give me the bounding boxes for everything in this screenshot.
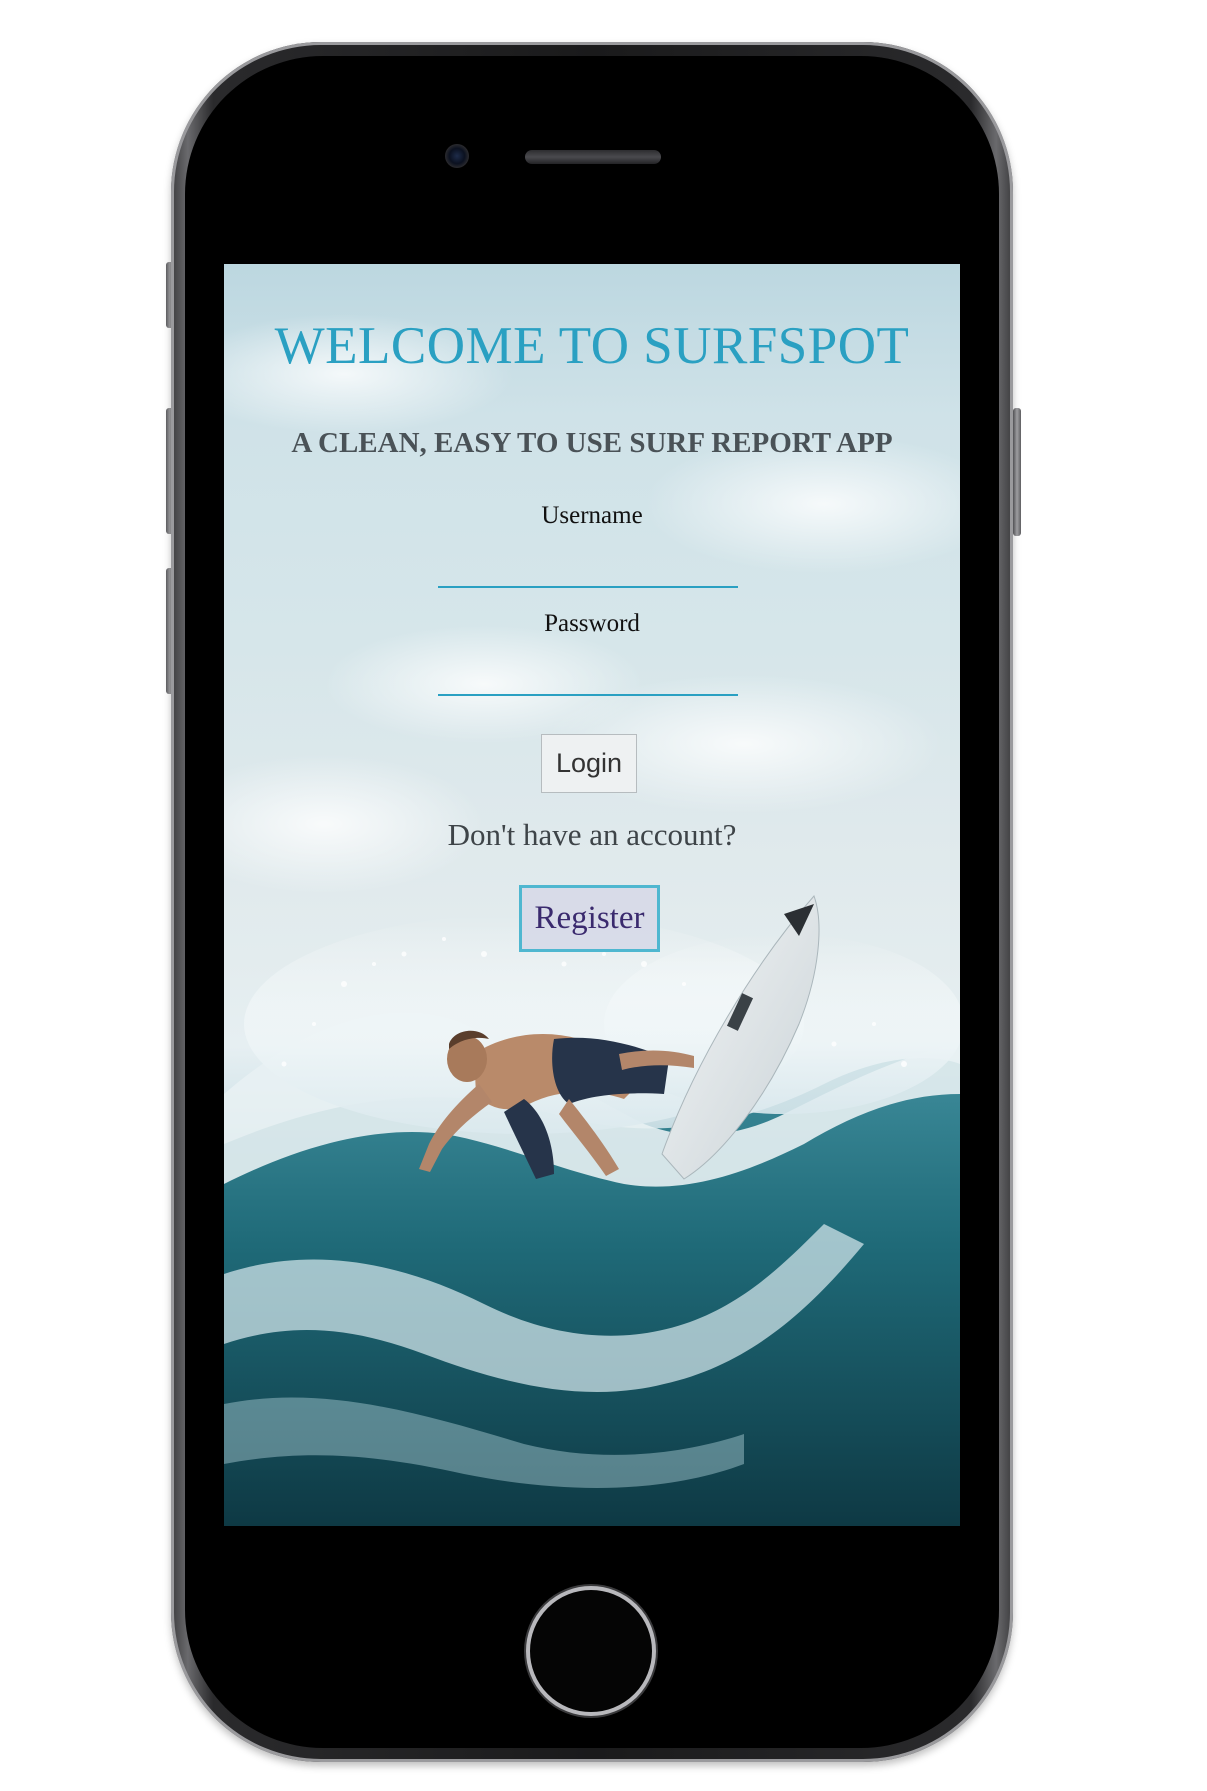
front-camera-icon bbox=[445, 144, 469, 168]
register-button[interactable]: Register bbox=[519, 885, 660, 952]
username-input[interactable] bbox=[438, 554, 738, 588]
home-button[interactable] bbox=[526, 1586, 656, 1716]
app-subtitle: A CLEAN, EASY TO USE SURF REPORT APP bbox=[291, 427, 893, 459]
earpiece-speaker bbox=[525, 150, 661, 164]
password-label: Password bbox=[544, 610, 640, 637]
power-button bbox=[1013, 408, 1021, 536]
app-screen: WELCOME TO SURFSPOT A CLEAN, EASY TO USE… bbox=[224, 264, 960, 1526]
app-title: WELCOME TO SURFSPOT bbox=[274, 317, 910, 375]
no-account-text: Don't have an account? bbox=[447, 817, 737, 852]
password-input[interactable] bbox=[438, 662, 738, 696]
page: WELCOME TO SURFSPOT A CLEAN, EASY TO USE… bbox=[0, 0, 1207, 1791]
login-button[interactable]: Login bbox=[541, 734, 637, 793]
username-label: Username bbox=[541, 502, 643, 529]
